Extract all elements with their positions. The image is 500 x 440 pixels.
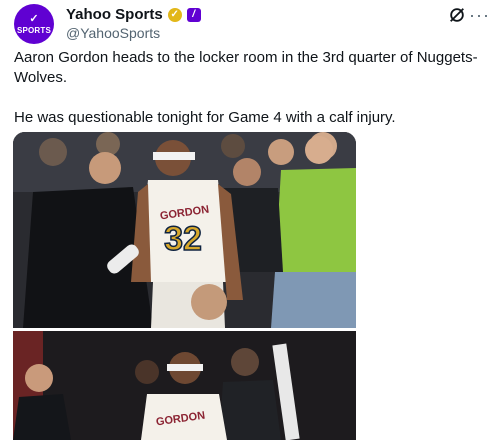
person-left-head bbox=[89, 152, 121, 184]
fan-head-2 bbox=[233, 158, 261, 186]
crowd-head-bottom bbox=[231, 348, 259, 376]
media-image: GORDON 32 GORDON bbox=[13, 132, 356, 440]
crowd-head-bottom bbox=[135, 360, 159, 384]
crowd-body-bottom bbox=[219, 380, 281, 440]
tweet-header: ✓ SPORTS Yahoo Sports ✓ / @YahooSports ·… bbox=[8, 4, 492, 44]
crowd-head bbox=[268, 139, 294, 165]
author-handle[interactable]: @YahooSports bbox=[66, 25, 160, 41]
fan-head bbox=[305, 136, 333, 164]
fan-jeans bbox=[271, 272, 356, 328]
person-body-bottom bbox=[13, 394, 71, 440]
avatar-text: SPORTS bbox=[16, 25, 52, 35]
tweet-line-2: He was questionable tonight for Game 4 w… bbox=[14, 109, 396, 126]
tweet-line-1: Aaron Gordon heads to the locker room in… bbox=[14, 49, 478, 86]
checkmark-logo-icon: ✓ bbox=[29, 12, 39, 25]
fan-shirt bbox=[275, 168, 356, 272]
grok-icon[interactable] bbox=[448, 6, 466, 24]
author-line: Yahoo Sports ✓ / bbox=[66, 6, 201, 23]
more-icon[interactable]: ··· bbox=[469, 5, 490, 26]
avatar[interactable]: ✓ SPORTS bbox=[14, 4, 54, 44]
yahoo-affiliate-icon[interactable]: / bbox=[186, 7, 201, 22]
jersey-number: 32 bbox=[164, 220, 202, 258]
headband-bottom bbox=[167, 364, 203, 371]
headband bbox=[153, 152, 195, 160]
tweet-text: Aaron Gordon heads to the locker room in… bbox=[14, 48, 484, 128]
author-name[interactable]: Yahoo Sports bbox=[66, 6, 163, 23]
crowd-head bbox=[221, 134, 245, 158]
foreground-head bbox=[191, 284, 227, 320]
tweet-media[interactable]: GORDON 32 GORDON bbox=[13, 132, 356, 440]
crowd-head bbox=[39, 138, 67, 166]
verified-badge-icon[interactable]: ✓ bbox=[167, 7, 182, 22]
person-head-bottom bbox=[25, 364, 53, 392]
frame-divider bbox=[13, 328, 356, 331]
